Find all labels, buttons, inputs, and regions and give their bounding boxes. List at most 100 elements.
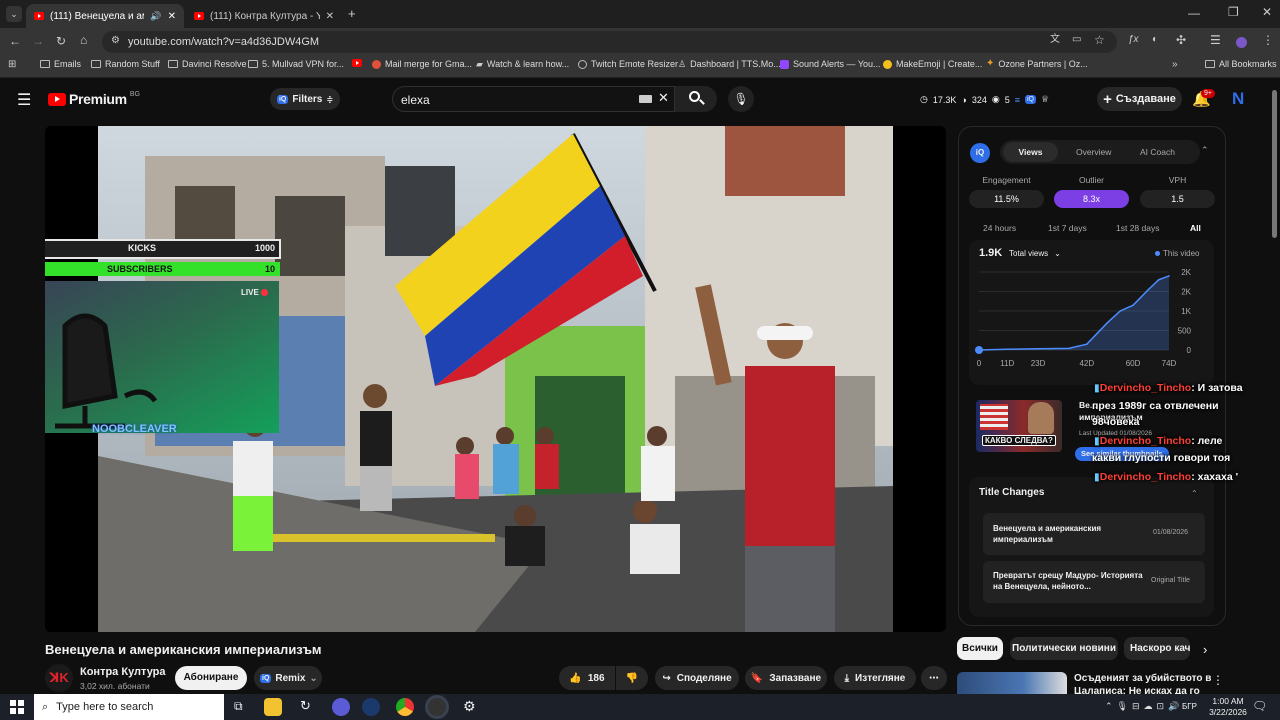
clock-date[interactable]: 3/22/2026 bbox=[1204, 707, 1252, 717]
channel-avatar[interactable]: ꓘK bbox=[45, 664, 73, 692]
site-info-icon[interactable]: ⚙ bbox=[111, 35, 120, 46]
obs-icon[interactable] bbox=[428, 698, 446, 716]
bookmark-dashboard-tts[interactable]: ♙ Dashboard | TTS.Mo... bbox=[678, 59, 781, 69]
youtube-logo[interactable]: Premium BG bbox=[48, 91, 140, 107]
bookmark-watch-learn[interactable]: ▰ Watch & learn how... bbox=[476, 59, 569, 69]
bookmark-mail-merge[interactable]: Mail merge for Gma... bbox=[372, 59, 472, 69]
close-window-button[interactable]: ✕ bbox=[1262, 5, 1272, 19]
save-button[interactable]: 🔖 Запазване bbox=[745, 666, 827, 690]
app-icon[interactable]: ↻ bbox=[300, 698, 311, 714]
chips-next-icon[interactable]: › bbox=[1203, 642, 1207, 657]
url-field[interactable]: ⚙ youtube.com/watch?v=a4d36JDW4GM 文 ▭ ☆ bbox=[102, 31, 1117, 53]
scrollbar-thumb[interactable] bbox=[1272, 90, 1277, 238]
related-thumbnail[interactable] bbox=[957, 672, 1067, 694]
language-indicator[interactable]: БГР bbox=[1182, 702, 1197, 711]
filters-button[interactable]: iQ Filters ≑ bbox=[270, 88, 340, 110]
hamburger-menu-icon[interactable]: ☰ bbox=[17, 90, 31, 110]
system-tray-icons[interactable]: ⌃🎙⊟☁⊡🔊 bbox=[1105, 701, 1183, 712]
tab-venezuela[interactable]: (111) Венецуела и америк 🔊 ✕ bbox=[26, 4, 184, 28]
tab-kontra-kultura[interactable]: (111) Контра Култура - YouTub ✕ bbox=[186, 4, 342, 28]
bookmark-random-stuff[interactable]: Random Stuff bbox=[91, 59, 160, 69]
bookmark-davinci[interactable]: Davinci Resolve bbox=[168, 59, 247, 69]
list-icon[interactable]: ≡ bbox=[1015, 95, 1020, 105]
voice-search-button[interactable]: 🎙 bbox=[728, 86, 754, 112]
vidiq-stats[interactable]: ◷ 17.3K ◑ 324 ◉ 5 ≡ iQ ♕ bbox=[920, 94, 1049, 105]
bookmark-twitch-emote[interactable]: Twitch Emote Resizer bbox=[578, 59, 678, 69]
extensions-puzzle-icon[interactable]: ✣ bbox=[1176, 34, 1186, 46]
download-button[interactable]: ⤓ Изтегляне bbox=[834, 666, 916, 690]
like-button[interactable]: 👍 186 bbox=[559, 666, 615, 690]
tab-ai-coach[interactable]: AI Coach bbox=[1140, 147, 1175, 157]
bookmark-mullvad[interactable]: 5. Mullvad VPN for... bbox=[248, 59, 344, 69]
range-24h[interactable]: 24 hours bbox=[983, 223, 1016, 233]
tab-close-icon[interactable]: ✕ bbox=[168, 11, 176, 22]
forward-icon[interactable]: → bbox=[32, 35, 44, 47]
tab-overview[interactable]: Overview bbox=[1076, 147, 1111, 157]
taskview-icon[interactable]: ⧉ bbox=[234, 699, 243, 714]
chip-political-news[interactable]: Политически новини bbox=[1010, 637, 1118, 660]
bookmark-ozone[interactable]: ✦ Ozone Partners | Oz... bbox=[986, 59, 1088, 70]
more-actions-button[interactable]: ⋯ bbox=[921, 666, 947, 690]
tab-views[interactable]: Views bbox=[1003, 142, 1058, 162]
vidiq-logo-icon[interactable]: iQ bbox=[970, 143, 990, 163]
bookmark-makeemoji[interactable]: MakeEmoji | Create... bbox=[883, 59, 982, 69]
browser-menu-icon[interactable]: ⋮ bbox=[1262, 34, 1274, 46]
title-changes-chevron-icon[interactable]: ⌃ bbox=[1191, 489, 1198, 498]
chrome-icon[interactable] bbox=[396, 698, 414, 716]
speaker-icon[interactable]: 🔊 bbox=[150, 11, 161, 22]
range-all[interactable]: All bbox=[1190, 223, 1201, 233]
tab-search-button[interactable]: ⌄ bbox=[6, 6, 22, 22]
dislike-button[interactable]: 👎 bbox=[616, 666, 648, 690]
chip-all[interactable]: Всички bbox=[957, 637, 1003, 660]
settings-icon[interactable]: ⚙ bbox=[463, 698, 476, 715]
clock-time[interactable]: 1:00 AM bbox=[1208, 696, 1248, 706]
reading-list-icon[interactable]: ☰ bbox=[1210, 34, 1221, 46]
minimize-button[interactable]: — bbox=[1188, 6, 1200, 20]
more-bookmarks-icon[interactable]: » bbox=[1172, 60, 1178, 70]
range-7days[interactable]: 1st 7 days bbox=[1048, 223, 1087, 233]
bookmark-emails[interactable]: Emails bbox=[40, 59, 81, 69]
related-menu-icon[interactable]: ⋮ bbox=[1212, 673, 1224, 687]
remix-button[interactable]: iQ Remix ⌄ bbox=[254, 666, 322, 690]
apps-grid-icon[interactable]: ⊞ bbox=[8, 60, 16, 70]
chat-app-icon[interactable] bbox=[332, 698, 350, 716]
keyboard-icon[interactable] bbox=[639, 95, 652, 103]
search-input[interactable]: elexa ✕ bbox=[392, 86, 675, 112]
subscribe-button[interactable]: Абониране bbox=[175, 666, 247, 690]
restore-button[interactable]: ❐ bbox=[1228, 5, 1239, 19]
cast-icon[interactable]: ▭ bbox=[1072, 35, 1081, 45]
clear-search-icon[interactable]: ✕ bbox=[658, 90, 669, 106]
share-button[interactable]: ↪ Споделяне bbox=[655, 666, 739, 690]
bookmark-star-icon[interactable]: ☆ bbox=[1094, 34, 1105, 46]
account-avatar[interactable]: N bbox=[1232, 89, 1244, 109]
taskbar-search[interactable]: ⌕ Type here to search bbox=[34, 694, 224, 720]
video-player[interactable]: 1 KICKS 1000 16 SUBSCRIBERS 10 LIVE NOOB… bbox=[45, 126, 946, 632]
home-icon[interactable]: ⌂ bbox=[80, 34, 87, 46]
chip-recently-uploaded[interactable]: Наскоро кач bbox=[1124, 637, 1190, 660]
trophy-icon[interactable]: ♕ bbox=[1041, 94, 1049, 105]
views-select[interactable]: Total views ⌄ bbox=[1009, 249, 1061, 258]
chart-point[interactable] bbox=[975, 346, 983, 354]
related-title-line2[interactable]: Цалаписа: Не исках да го bbox=[1074, 686, 1200, 694]
extension-fx-icon[interactable]: ƒx bbox=[1128, 35, 1139, 45]
range-28days[interactable]: 1st 28 days bbox=[1116, 223, 1159, 233]
notification-center-icon[interactable]: 🗨 bbox=[1252, 699, 1267, 713]
iq-icon[interactable]: iQ bbox=[1025, 95, 1036, 104]
steam-icon[interactable] bbox=[362, 698, 380, 716]
reload-icon[interactable]: ↻ bbox=[56, 35, 66, 47]
new-tab-button[interactable]: + bbox=[348, 6, 356, 21]
back-icon[interactable]: ← bbox=[9, 35, 21, 47]
file-explorer-icon[interactable] bbox=[264, 698, 282, 716]
all-bookmarks[interactable]: All Bookmarks bbox=[1205, 59, 1277, 69]
bookmark-sound-alerts[interactable]: Sound Alerts — You... bbox=[780, 59, 881, 69]
bookmark-youtube[interactable] bbox=[352, 59, 362, 67]
collapse-chevron-icon[interactable]: ⌃ bbox=[1201, 145, 1209, 156]
create-button[interactable]: + Създаване bbox=[1097, 87, 1182, 111]
profile-avatar[interactable] bbox=[1236, 37, 1247, 48]
search-button[interactable] bbox=[675, 86, 717, 112]
thumbnail-image[interactable]: КАКВО СЛЕДВА? bbox=[976, 400, 1062, 452]
translate-icon[interactable]: 文 bbox=[1050, 35, 1060, 45]
channel-name[interactable]: Контра Култура bbox=[80, 666, 166, 678]
windows-start-icon[interactable] bbox=[10, 700, 24, 714]
tab-close-icon[interactable]: ✕ bbox=[326, 11, 334, 22]
